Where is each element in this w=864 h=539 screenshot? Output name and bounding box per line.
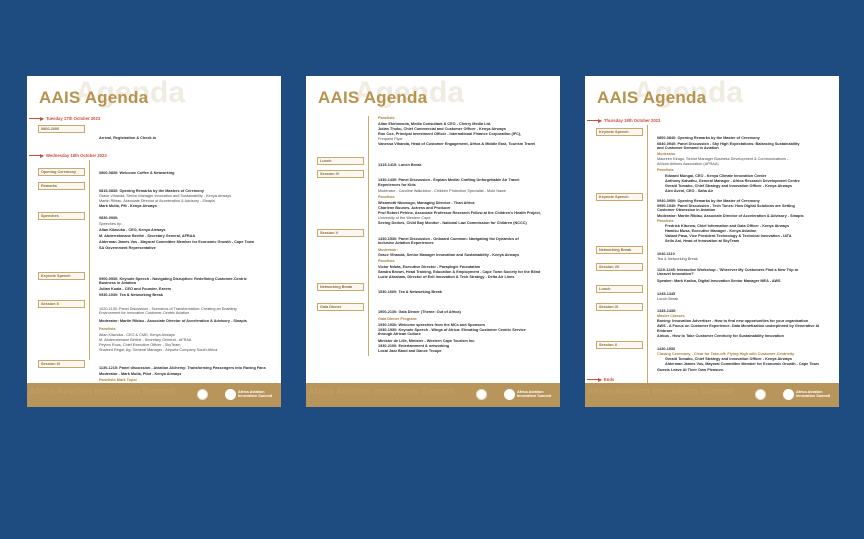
agenda-item: 1110-1245: Interactive Workshop - 'Where… <box>657 268 799 277</box>
agenda-item: 0900-0930: Keynote Speech - Navigating D… <box>99 277 247 286</box>
agenda-item: Moderator: Martin Ribiau - Associate Dir… <box>99 319 247 323</box>
page-footer: Africa Aviation Innovation Summit Africa… <box>585 383 839 407</box>
arrow-icon <box>29 116 44 121</box>
page-footer: Africa Aviation Innovation Summit Africa… <box>27 383 281 407</box>
agenda-item: Vanessa Vihanda, Head of Customer Engage… <box>378 142 536 146</box>
session-label: Remarks <box>38 182 85 190</box>
agenda-item: Arrival, Registration & Check-in <box>99 136 157 140</box>
session-label: Session VII <box>596 263 643 271</box>
footer-brand: Africa Aviation Innovation Summit <box>796 390 831 399</box>
agenda-item: SA Government Representative <box>99 246 156 250</box>
session-label: 0800-2000 <box>38 125 85 133</box>
agenda-item: Alex Aveni, CEO - Saha Air <box>665 189 714 193</box>
agenda-page-2: Agenda AAIS Agenda Panelists Allan Ekiri… <box>306 76 560 407</box>
page-title: AAIS Agenda <box>318 88 428 107</box>
timeline-line <box>89 160 90 360</box>
session-label: Gala Dinner <box>317 303 364 311</box>
agenda-item: Airbus - How to Take Customer Centricity… <box>657 334 784 338</box>
session-label: Keynote Speech <box>596 193 643 201</box>
agenda-item: 0840-0940: Panel Discussion - Sky High E… <box>657 142 800 151</box>
agenda-item: 1930-1930: Keynote Speech - Wings of Afr… <box>378 328 526 337</box>
agenda-content: Thursday 19th October 2023 Keynote Speec… <box>585 116 839 383</box>
agenda-item: Sello Ani, Head of Innovation at SkyTeam <box>665 239 740 243</box>
agenda-item: 0950-1040: Panel Discussion - Tech Tunes… <box>657 204 795 213</box>
agenda-item: Speaker: Mark Kariba, Digital Innovation… <box>657 279 781 283</box>
agenda-item: Shaleed Regal, Ag. General Manager - Air… <box>99 348 218 352</box>
session-label: Session V <box>317 229 364 237</box>
afraa-logo-icon <box>755 389 766 400</box>
agenda-item: 1900-2130: Gala Dinner (Theme: Out of Af… <box>378 310 461 314</box>
footer-brand: Africa Aviation Innovation Summit <box>238 390 273 399</box>
agenda-item: Seeing Dorkes, Child Bay Monitor - Natio… <box>378 221 527 225</box>
session-label: Session II <box>38 300 85 308</box>
arrow-icon <box>587 118 602 123</box>
agenda-item: 1430-1530: Panel Discussion - Onboard Co… <box>378 237 519 246</box>
agenda-item: 1020-1130: Panel Discussion - Scenarios … <box>99 307 237 316</box>
session-label: Opening Ceremony <box>38 168 85 176</box>
arrow-icon <box>29 153 44 158</box>
agenda-item: Moderator: Martin Ribiau, Associate Dire… <box>657 214 804 218</box>
session-label: Session IV <box>317 170 364 178</box>
footer-texture-text: Africa Aviation Innovation Summit <box>587 386 734 396</box>
agenda-item: Local Jazz Band and Dance Troupe <box>378 349 442 353</box>
agenda-item: 0930-1030: Tea & Networking Break <box>99 293 163 297</box>
page-title: AAIS Agenda <box>39 88 149 107</box>
agenda-item: Grace Vihanda, Senior Manager Innovation… <box>378 253 520 257</box>
session-label: Lunch <box>596 285 643 293</box>
footer-brand: Africa Aviation Innovation Summit <box>517 390 552 399</box>
footer-texture-text: Africa Aviation Innovation Summit <box>29 386 176 396</box>
agenda-item: Moderator - Caroline Wakuloba - Children… <box>378 189 506 193</box>
session-label: Session III <box>38 360 85 368</box>
agenda-item: Tea & Networking Break <box>657 257 698 261</box>
afraa-logo-icon <box>197 389 208 400</box>
session-label: Session IX <box>596 303 643 311</box>
session-label: Keynote Speech <box>596 128 643 136</box>
agenda-item: Mark Mutia, PM - Kenya Airways <box>99 204 157 208</box>
page-title: AAIS Agenda <box>597 88 707 107</box>
page-footer: Africa Aviation Innovation Summit Africa… <box>306 383 560 407</box>
agenda-item: 0800-0830: Welcome Coffee & Networking <box>99 171 175 175</box>
agenda-content: Tuesday 17th October 2023 0800-2000 Arri… <box>27 116 281 383</box>
agenda-item: Lucie Abraham, Director of Exit Innovati… <box>378 275 515 279</box>
agenda-item: 1315-1415: Lunch Break <box>378 163 422 167</box>
summit-logo-icon <box>504 389 515 400</box>
summit-logo-icon <box>783 389 794 400</box>
session-label: Networking Break <box>317 283 364 291</box>
session-label: Session X <box>596 341 643 349</box>
agenda-item: Guests Leave At Their Own Pleasure. <box>657 368 725 372</box>
afraa-logo-icon <box>476 389 487 400</box>
footer-texture-text: Africa Aviation Innovation Summit <box>308 386 455 396</box>
timeline-line <box>647 125 648 383</box>
summit-logo-icon <box>225 389 236 400</box>
session-label: Lunch <box>317 157 364 165</box>
session-label: Speeches <box>38 212 85 220</box>
agenda-item: Lunch Break <box>657 297 679 301</box>
timeline-line <box>368 116 369 356</box>
session-label: Networking Break <box>596 246 643 254</box>
agenda-page-3: Agenda AAIS Agenda Thursday 19th October… <box>585 76 839 407</box>
session-label: Keynote Speech <box>38 272 85 280</box>
arrow-icon <box>587 377 602 382</box>
agenda-page-1: Agenda AAIS Agenda Tuesday 17th October … <box>27 76 281 407</box>
agenda-content: Panelists Allan Ekirimenda, Media Consul… <box>306 116 560 383</box>
agenda-item: AWS - A Focus on Customer Experience: Da… <box>657 324 820 328</box>
agenda-item: 1530-1600: Tea & Networking Break <box>378 290 442 294</box>
